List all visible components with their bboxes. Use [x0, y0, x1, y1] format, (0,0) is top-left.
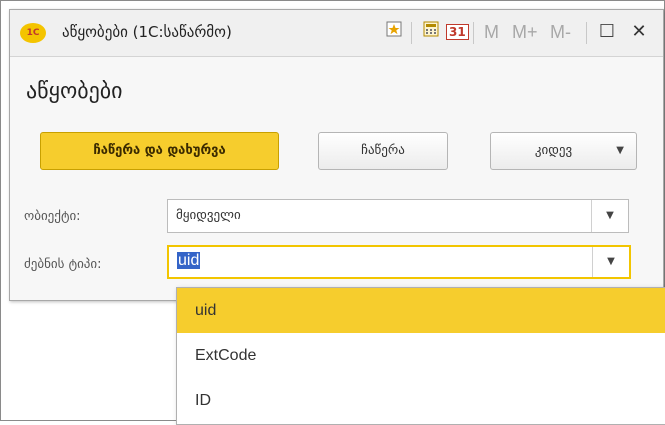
- calendar-day: 31: [446, 24, 469, 40]
- window-title: აწყობები (1С:საწარმო): [62, 23, 232, 41]
- search-type-label: ძებნის ტიპი:: [24, 257, 102, 272]
- toolbar-separator: [586, 22, 587, 44]
- chevron-down-icon: ▼: [616, 145, 624, 156]
- bookmark-star-icon[interactable]: [383, 21, 405, 43]
- more-button-label: კიდევ: [534, 143, 573, 158]
- form-content: აწყობები ჩაწერა და დახურვა ჩაწერა კიდევ …: [10, 57, 663, 300]
- search-type-value[interactable]: uid: [177, 252, 201, 270]
- save-button[interactable]: ჩაწერა: [318, 132, 448, 170]
- object-label: ობიექტი:: [24, 209, 81, 224]
- close-icon[interactable]: ✕: [628, 21, 650, 43]
- dropdown-option-uid[interactable]: uid: [177, 288, 665, 333]
- screenshot-frame: 1С აწყობები (1С:საწარმო) 31 M M+ M- ☐ ✕ …: [0, 0, 665, 425]
- more-button[interactable]: კიდევ ▼: [490, 132, 637, 170]
- title-bar: 1С აწყობები (1С:საწარმო) 31 M M+ M- ☐ ✕: [10, 10, 663, 57]
- memory-minus-button[interactable]: M-: [550, 22, 571, 43]
- search-type-dropdown-list: uid ExtCode ID: [176, 287, 665, 425]
- dropdown-option-id[interactable]: ID: [177, 378, 665, 423]
- maximize-icon[interactable]: ☐: [596, 21, 618, 43]
- toolbar-separator: [411, 22, 412, 44]
- memory-plus-button[interactable]: M+: [512, 22, 538, 43]
- memory-button[interactable]: M: [484, 22, 499, 43]
- calendar-icon[interactable]: 31: [446, 21, 469, 43]
- save-and-close-button[interactable]: ჩაწერა და დახურვა: [40, 132, 279, 170]
- form-heading: აწყობები: [26, 79, 123, 104]
- selected-text: uid: [177, 252, 201, 269]
- object-field[interactable]: მყიდველი ▼: [167, 199, 629, 233]
- object-value: მყიდველი: [176, 208, 241, 223]
- search-type-field[interactable]: uid ▼: [167, 245, 631, 279]
- form-window: 1С აწყობები (1С:საწარმო) 31 M M+ M- ☐ ✕ …: [9, 9, 664, 301]
- dropdown-option-extcode[interactable]: ExtCode: [177, 333, 665, 378]
- chevron-down-icon[interactable]: ▼: [591, 200, 628, 232]
- app-logo-icon: 1С: [20, 23, 46, 43]
- calculator-icon[interactable]: [420, 21, 442, 43]
- chevron-down-icon[interactable]: ▼: [592, 247, 629, 277]
- toolbar-separator: [473, 22, 474, 44]
